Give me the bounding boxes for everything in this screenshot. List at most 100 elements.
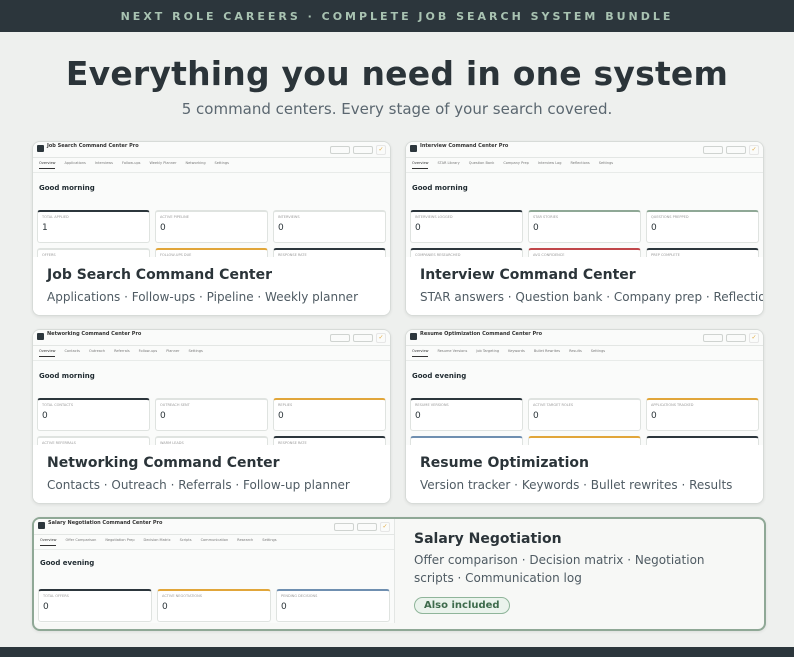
preview-tab: Scripts — [179, 538, 192, 542]
preview-stat-card: TOTAL APPLIED 1 — [37, 210, 150, 243]
preview-tab: Bullet Rewrites — [533, 349, 561, 353]
preview-greeting: Good morning — [39, 372, 95, 380]
preview-header: Salary Negotiation Command Center Pro ✓ — [34, 519, 394, 535]
app-logo-icon — [410, 333, 417, 340]
preview-stat-value: 0 — [160, 411, 166, 421]
preview-tab: Overview — [412, 161, 429, 169]
preview-stat-value: 0 — [651, 223, 657, 233]
preview-stats: TOTAL OFFERS 0 ACTIVE NEGOTIATIONS 0 PENDING… — [38, 589, 390, 622]
preview-app-name: Salary Negotiation Command Center Pro — [48, 520, 163, 526]
preview-stat-value: 0 — [160, 223, 166, 233]
preview-tab: Planner — [166, 349, 180, 353]
card-title: Salary Negotiation — [414, 531, 562, 547]
app-logo-icon — [38, 522, 45, 529]
preview-tab: Weekly Planner — [149, 161, 177, 165]
preview-stat-value: 0 — [43, 602, 49, 612]
preview-stat-value: 0 — [281, 602, 287, 612]
preview-greeting: Good morning — [412, 184, 468, 192]
bottom-bar — [0, 647, 794, 657]
preview-stat-card: APPLICATIONS TRACKED 0 — [646, 398, 759, 431]
preview-stat-value: 0 — [415, 223, 421, 233]
preview-tab: Follow-ups — [138, 349, 158, 353]
check-icon: ✓ — [376, 145, 386, 155]
preview-stat-label: APPLICATIONS TRACKED — [651, 403, 694, 407]
card-title: Job Search Command Center — [47, 267, 272, 283]
preview-stat-card: ACTIVE PIPELINE 0 — [155, 210, 268, 243]
preview-stat-label: TOTAL OFFERS — [43, 594, 69, 598]
preview-screenshot: Resume Optimization Command Center Pro ✓ O… — [406, 330, 763, 448]
preview-stat-label: TOTAL APPLIED — [42, 215, 69, 219]
preview-header-actions: ✓ — [330, 145, 386, 155]
page-subtitle: 5 command centers. Every stage of your s… — [181, 100, 613, 118]
product-card-resume[interactable]: Resume Optimization Command Center Pro ✓ O… — [405, 329, 764, 504]
preview-stat-label: ACTIVE TARGET ROLES — [533, 403, 574, 407]
product-card-job-search[interactable]: Job Search Command Center Pro ✓ Overview Ap… — [32, 141, 391, 316]
product-card-interview[interactable]: Interview Command Center Pro ✓ Overview STA… — [405, 141, 764, 316]
preview-stat-label: REPLIES — [278, 403, 293, 407]
preview-stat-value: 0 — [278, 223, 284, 233]
preview-export-button — [330, 334, 350, 342]
preview-export-button — [703, 146, 723, 154]
preview-tab: Interview Log — [537, 161, 562, 165]
preview-stat-value: 0 — [533, 223, 539, 233]
preview-stat-value: 0 — [162, 602, 168, 612]
preview-import-button — [357, 523, 377, 531]
preview-tab: Resume Versions — [437, 349, 468, 353]
preview-screenshot: Networking Command Center Pro ✓ Overview Co… — [33, 330, 390, 448]
preview-tab: Negotiation Prep — [105, 538, 135, 542]
product-card-salary[interactable]: Salary Negotiation Command Center Pro ✓ Ov… — [32, 517, 766, 631]
preview-app-name: Networking Command Center Pro — [47, 331, 142, 337]
card-info: Resume Optimization Version tracker · Ke… — [406, 445, 763, 503]
preview-stat-label: INTERVIEWS LOGGED — [415, 215, 453, 219]
preview-greeting: Good evening — [40, 559, 95, 567]
preview-app-name: Interview Command Center Pro — [420, 143, 509, 149]
preview-stat-card: INTERVIEWS LOGGED 0 — [410, 210, 523, 243]
preview-tab: Follow-ups — [121, 161, 141, 165]
preview-import-button — [726, 334, 746, 342]
preview-import-button — [353, 334, 373, 342]
preview-tab: STAR Library — [437, 161, 460, 165]
check-icon: ✓ — [749, 333, 759, 343]
preview-export-button — [703, 334, 723, 342]
preview-stat-card: TOTAL OFFERS 0 — [38, 589, 152, 622]
preview-header: Job Search Command Center Pro ✓ — [33, 142, 390, 158]
preview-tab: Referrals — [114, 349, 130, 353]
preview-stats: INTERVIEWS LOGGED 0 STAR STORIES 0 QUESTIONS… — [410, 210, 759, 260]
preview-greeting: Good morning — [39, 184, 95, 192]
product-card-networking[interactable]: Networking Command Center Pro ✓ Overview Co… — [32, 329, 391, 504]
preview-stat-value: 0 — [651, 411, 657, 421]
card-info: Job Search Command Center Applications ·… — [33, 257, 390, 315]
preview-stats: TOTAL APPLIED 1 ACTIVE PIPELINE 0 INTERVIEWS… — [37, 210, 386, 260]
preview-tab: Reflections — [570, 161, 590, 165]
preview-stat-value: 0 — [533, 411, 539, 421]
preview-header: Networking Command Center Pro ✓ — [33, 330, 390, 346]
top-banner: NEXT ROLE CAREERS · COMPLETE JOB SEARCH … — [0, 0, 794, 32]
preview-tab: Networking — [185, 161, 206, 165]
preview-stat-label: RESUME VERSIONS — [415, 403, 449, 407]
preview-tab: Question Bank — [468, 161, 495, 165]
preview-stat-card: QUESTIONS PREPPED 0 — [646, 210, 759, 243]
card-description: Contacts · Outreach · Referrals · Follow… — [47, 478, 350, 492]
card-description: Offer comparison · Decision matrix · Neg… — [414, 553, 705, 585]
preview-stat-card: INTERVIEWS 0 — [273, 210, 386, 243]
preview-stat-label: ACTIVE NEGOTIATIONS — [162, 594, 203, 598]
preview-app-name: Job Search Command Center Pro — [47, 143, 139, 149]
page-title: Everything you need in one system — [65, 54, 729, 93]
preview-header-actions: ✓ — [330, 333, 386, 343]
preview-stat-value: 1 — [42, 223, 48, 233]
preview-header-actions: ✓ — [703, 333, 759, 343]
preview-stat-label: PENDING DECISIONS — [281, 594, 318, 598]
app-logo-icon — [410, 145, 417, 152]
preview-header-actions: ✓ — [334, 522, 390, 532]
card-description: STAR answers · Question bank · Company p… — [420, 290, 764, 304]
preview-screenshot: Interview Command Center Pro ✓ Overview STA… — [406, 142, 763, 260]
preview-tab: Applications — [64, 161, 86, 165]
preview-stats: RESUME VERSIONS 0 ACTIVE TARGET ROLES 0 APPL… — [410, 398, 759, 448]
preview-stat-card: STAR STORIES 0 — [528, 210, 641, 243]
preview-tab: Overview — [40, 538, 57, 546]
preview-tabs: Overview Offer Comparison Negotiation Prep… — [34, 535, 394, 550]
preview-tab: Results — [569, 349, 582, 353]
preview-export-button — [330, 146, 350, 154]
also-included-badge: Also included — [414, 597, 510, 614]
preview-screenshot: Job Search Command Center Pro ✓ Overview Ap… — [33, 142, 390, 260]
